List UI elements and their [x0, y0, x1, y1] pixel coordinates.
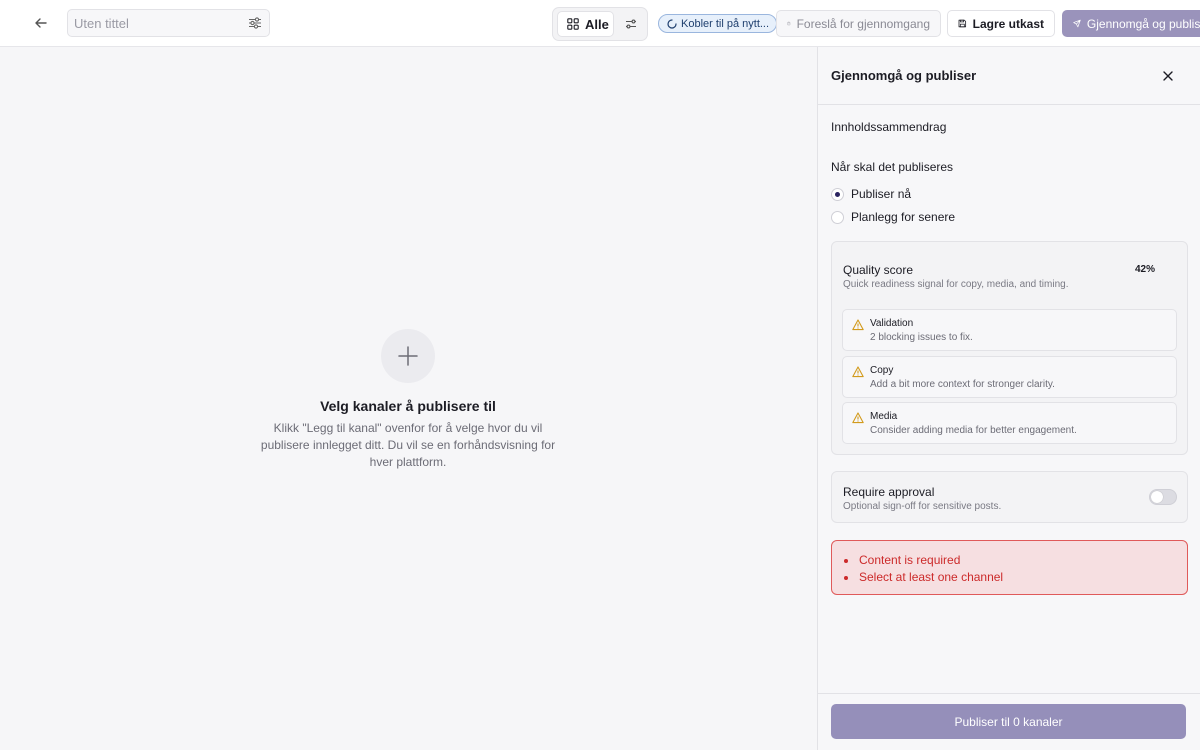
- editor-canvas: Velg kanaler å publisere til Klikk "Legg…: [0, 47, 817, 750]
- close-icon: [1163, 71, 1173, 81]
- grid-icon: [567, 18, 579, 30]
- error-list: Content is required Select at least one …: [843, 552, 1003, 586]
- view-toggle-group: Alle: [552, 7, 648, 41]
- warning-triangle-icon: [852, 366, 864, 378]
- radio-publish-now[interactable]: Publiser nå: [831, 186, 911, 202]
- back-button[interactable]: [29, 11, 53, 35]
- quality-item-copy: Copy Add a bit more context for stronger…: [842, 356, 1177, 398]
- clipboard-check-icon: [787, 21, 791, 26]
- quality-score-title: Quality score: [843, 263, 914, 277]
- quality-item-media: Media Consider adding media for better e…: [842, 402, 1177, 444]
- radio-schedule-later[interactable]: Planlegg for senere: [831, 209, 955, 225]
- close-panel-button[interactable]: [1159, 67, 1177, 85]
- quality-item-description: Consider adding media for better engagem…: [870, 425, 1077, 436]
- quality-score-value: 42%: [1135, 264, 1156, 275]
- toggle-knob: [1151, 491, 1163, 503]
- radio-indicator: [831, 187, 844, 201]
- spinner-icon: [667, 18, 677, 29]
- panel-header: Gjennomgå og publiser: [818, 47, 1200, 105]
- suggest-for-review-button[interactable]: Foreslå for gjennomgang: [776, 10, 941, 37]
- view-filter-button[interactable]: [621, 14, 641, 34]
- warning-triangle-icon: [852, 412, 864, 424]
- floppy-disk-icon: [958, 19, 967, 28]
- require-approval-toggle[interactable]: [1149, 489, 1177, 505]
- arrow-left-icon: [35, 18, 47, 28]
- require-approval-card: Require approval Optional sign-off for s…: [831, 471, 1188, 523]
- suggest-for-review-label: Foreslå for gjennomgang: [796, 16, 930, 31]
- quality-score-card: Quality score Quick readiness signal for…: [831, 241, 1188, 455]
- quality-score-subtitle: Quick readiness signal for copy, media, …: [843, 279, 1069, 290]
- empty-state-title: Velg kanaler å publisere til: [320, 398, 496, 414]
- review-and-publish-button[interactable]: Gjennomgå og publiser: [1062, 10, 1200, 37]
- quality-item-title: Copy: [870, 365, 894, 376]
- filter-icon: [626, 19, 636, 29]
- sliders-icon[interactable]: [248, 16, 262, 30]
- panel-footer: Publiser til 0 kanaler: [818, 693, 1200, 750]
- quality-item-title: Validation: [870, 318, 914, 329]
- save-draft-button[interactable]: Lagre utkast: [947, 10, 1055, 37]
- publish-timing-heading: Når skal det publiseres: [831, 160, 954, 174]
- quality-item-title: Media: [870, 411, 898, 422]
- quality-item-description: Add a bit more context for stronger clar…: [870, 379, 1055, 390]
- validation-error-box: Content is required Select at least one …: [831, 540, 1188, 595]
- title-input[interactable]: [74, 13, 244, 33]
- quality-item-description: 2 blocking issues to fix.: [870, 332, 973, 343]
- connection-status-label: Kobler til på nytt...: [681, 17, 770, 30]
- panel-title: Gjennomgå og publiser: [831, 68, 977, 83]
- publish-button[interactable]: Publiser til 0 kanaler: [831, 704, 1186, 739]
- top-bar: Alle Kobler til på nytt... Foreslå for g…: [0, 0, 1200, 47]
- require-approval-title: Require approval: [843, 485, 935, 499]
- radio-label: Publiser nå: [851, 187, 912, 201]
- plus-icon: [398, 346, 418, 366]
- view-all-label: Alle: [585, 16, 609, 32]
- connection-status-badge: Kobler til på nytt...: [658, 14, 778, 33]
- save-draft-label: Lagre utkast: [972, 16, 1044, 31]
- radio-label: Planlegg for senere: [851, 210, 956, 224]
- require-approval-subtitle: Optional sign-off for sensitive posts.: [843, 501, 1002, 512]
- quality-item-validation: Validation 2 blocking issues to fix.: [842, 309, 1177, 351]
- content-summary-heading: Innholdssammendrag: [831, 120, 947, 134]
- error-item: Content is required: [843, 552, 1003, 569]
- review-and-publish-label: Gjennomgå og publiser: [1086, 16, 1200, 31]
- warning-triangle-icon: [852, 319, 864, 331]
- error-item: Select at least one channel: [843, 569, 1003, 586]
- add-channel-button[interactable]: [381, 329, 435, 383]
- send-icon: [1073, 19, 1081, 28]
- review-panel: Gjennomgå og publiser Innholdssammendrag…: [817, 47, 1200, 750]
- radio-indicator: [831, 210, 844, 224]
- empty-state-description: Klikk "Legg til kanal" ovenfor for å vel…: [260, 421, 556, 469]
- title-field: [67, 9, 270, 37]
- view-all-button[interactable]: Alle: [557, 11, 614, 37]
